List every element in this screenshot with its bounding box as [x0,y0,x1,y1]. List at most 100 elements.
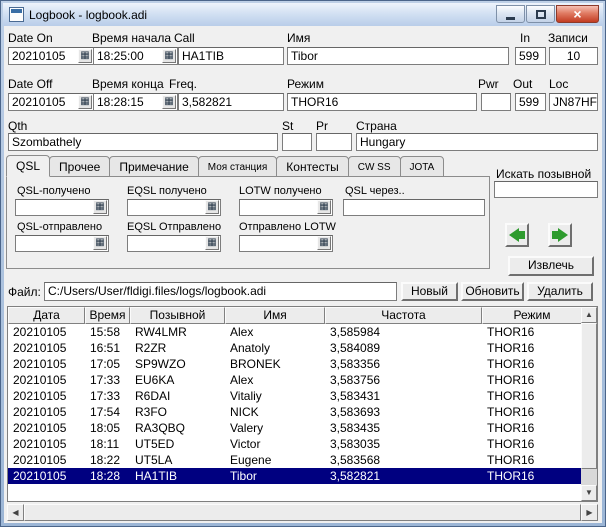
lotw-sent-date-field[interactable]: ▦ [239,235,333,252]
calendar-button[interactable]: ▦ [205,200,219,214]
table-cell: THOR16 [482,468,582,484]
tab-моя-станция[interactable]: Моя станция [198,156,277,177]
table-row[interactable]: 2021010518:11UT5EDVictor3,583035THOR16 [8,436,582,452]
table-cell: EU6KA [130,372,225,388]
table-cell: 20210105 [8,324,85,340]
vertical-scroll-thumb[interactable] [581,323,597,469]
maximize-button[interactable] [526,5,555,23]
qth-field[interactable]: Szombathely [8,133,278,151]
calendar-button[interactable]: ▦ [205,236,219,250]
table-cell: 15:58 [85,324,130,340]
country-label: Страна [356,119,397,133]
tab-cw-ss[interactable]: CW SS [348,156,401,177]
lotw-rcvd-date-field[interactable]: ▦ [239,199,333,216]
table-row[interactable]: 2021010518:22UT5LAEugene3,583568THOR16 [8,452,582,468]
calendar-button[interactable]: ▦ [93,236,107,250]
table-row[interactable]: 2021010517:33R6DAIVitaliy3,583431THOR16 [8,388,582,404]
titlebar[interactable]: Logbook - logbook.adi × [3,3,603,26]
next-record-button[interactable] [548,223,572,247]
table-row[interactable]: 2021010515:58RW4LMRAlex3,585984THOR16 [8,324,582,340]
table-cell: Victor [225,436,325,452]
minimize-button[interactable] [496,5,525,23]
pr-field[interactable] [316,133,352,151]
qsl-sent-date-field[interactable]: ▦ [15,235,109,252]
table-cell: 3,583756 [325,372,482,388]
table-cell: 20210105 [8,420,85,436]
table-cell: THOR16 [482,388,582,404]
table-row[interactable]: 2021010518:05RA3QBQValery3,583435THOR16 [8,420,582,436]
column-header[interactable]: Частота [325,307,482,324]
country-field[interactable]: Hungary [356,133,598,151]
delete-button[interactable]: Удалить [527,282,593,301]
calendar-button[interactable]: ▦ [162,95,176,109]
rst-in-field[interactable]: 599 [515,47,546,65]
arrow-right-icon [558,228,568,242]
st-field[interactable] [282,133,312,151]
scroll-right-button[interactable]: ▶ [581,504,598,521]
calendar-button[interactable]: ▦ [78,49,92,63]
update-button[interactable]: Обновить [461,282,524,301]
qsl-rcvd-date-field[interactable]: ▦ [15,199,109,216]
table-row[interactable]: 2021010517:05SP9WZOBRONEK3,583356THOR16 [8,356,582,372]
close-button[interactable]: × [556,5,599,23]
calendar-button[interactable]: ▦ [93,200,107,214]
scroll-up-button[interactable]: ▲ [581,307,597,323]
call-field[interactable]: HA1TIB [178,47,284,65]
mode-label: Режим [287,77,324,91]
table-cell: THOR16 [482,436,582,452]
table-row[interactable]: 2021010516:51R2ZRAnatoly3,584089THOR16 [8,340,582,356]
pwr-field[interactable] [481,93,511,111]
date-on-field[interactable]: 20210105 ▦ [8,47,94,65]
calendar-button[interactable]: ▦ [317,236,331,250]
prev-record-button[interactable] [505,223,529,247]
mode-field[interactable]: THOR16 [287,93,477,111]
table-row[interactable]: 2021010517:54R3FONICK3,583693THOR16 [8,404,582,420]
name-field[interactable]: Tibor [287,47,509,65]
table-row[interactable]: 2021010518:28HA1TIBTibor3,582821THOR16 [8,468,582,484]
column-header[interactable]: Режим [482,307,582,324]
search-callsign-input[interactable] [494,181,598,198]
qth-label: Qth [8,119,27,133]
eqsl-sent-date-field[interactable]: ▦ [127,235,221,252]
calendar-button[interactable]: ▦ [162,49,176,63]
calendar-icon: ▦ [95,237,104,248]
vertical-scrollbar[interactable]: ▲ ▼ [581,307,597,501]
column-header[interactable]: Позывной [130,307,225,324]
loc-field[interactable]: JN87HF [549,93,598,111]
file-path-field[interactable]: C:/Users/User/fldigi.files/logs/logbook.… [44,282,397,301]
scroll-left-button[interactable]: ◀ [7,504,24,521]
table-cell: 3,585984 [325,324,482,340]
table-cell: 3,583035 [325,436,482,452]
date-off-field[interactable]: 20210105 ▦ [8,93,94,111]
column-header[interactable]: Время [85,307,130,324]
time-on-field[interactable]: 18:25:00 ▦ [93,47,178,65]
rst-out-field[interactable]: 599 [515,93,546,111]
tab-контесты[interactable]: Контесты [276,156,348,177]
tab-qsl[interactable]: QSL [6,155,50,177]
horizontal-scrollbar[interactable]: ◀ ▶ [7,504,598,521]
eqsl-rcvd-date-field[interactable]: ▦ [127,199,221,216]
table-cell: Tibor [225,468,325,484]
calendar-button[interactable]: ▦ [317,200,331,214]
arrow-left-icon [509,228,519,242]
call-label: Call [174,31,195,45]
table-row[interactable]: 2021010517:33EU6KAAlex3,583756THOR16 [8,372,582,388]
scroll-right-icon: ▶ [586,508,592,517]
column-header[interactable]: Дата [8,307,85,324]
column-header[interactable]: Имя [225,307,325,324]
scroll-down-button[interactable]: ▼ [581,485,597,501]
extract-button[interactable]: Извлечь [508,256,594,276]
loc-label: Loc [549,77,568,91]
horizontal-scroll-thumb[interactable] [24,504,581,521]
table-cell: Eugene [225,452,325,468]
tab-прочее[interactable]: Прочее [49,156,110,177]
time-off-field[interactable]: 18:28:15 ▦ [93,93,178,111]
freq-field[interactable]: 3,582821 [178,93,284,111]
new-button[interactable]: Новый [401,282,458,301]
tab-примечание[interactable]: Примечание [109,156,198,177]
calendar-button[interactable]: ▦ [78,95,92,109]
table-cell: BRONEK [225,356,325,372]
table-cell: THOR16 [482,356,582,372]
tab-jota[interactable]: JOTA [400,156,445,177]
qsl-via-field[interactable] [343,199,485,216]
